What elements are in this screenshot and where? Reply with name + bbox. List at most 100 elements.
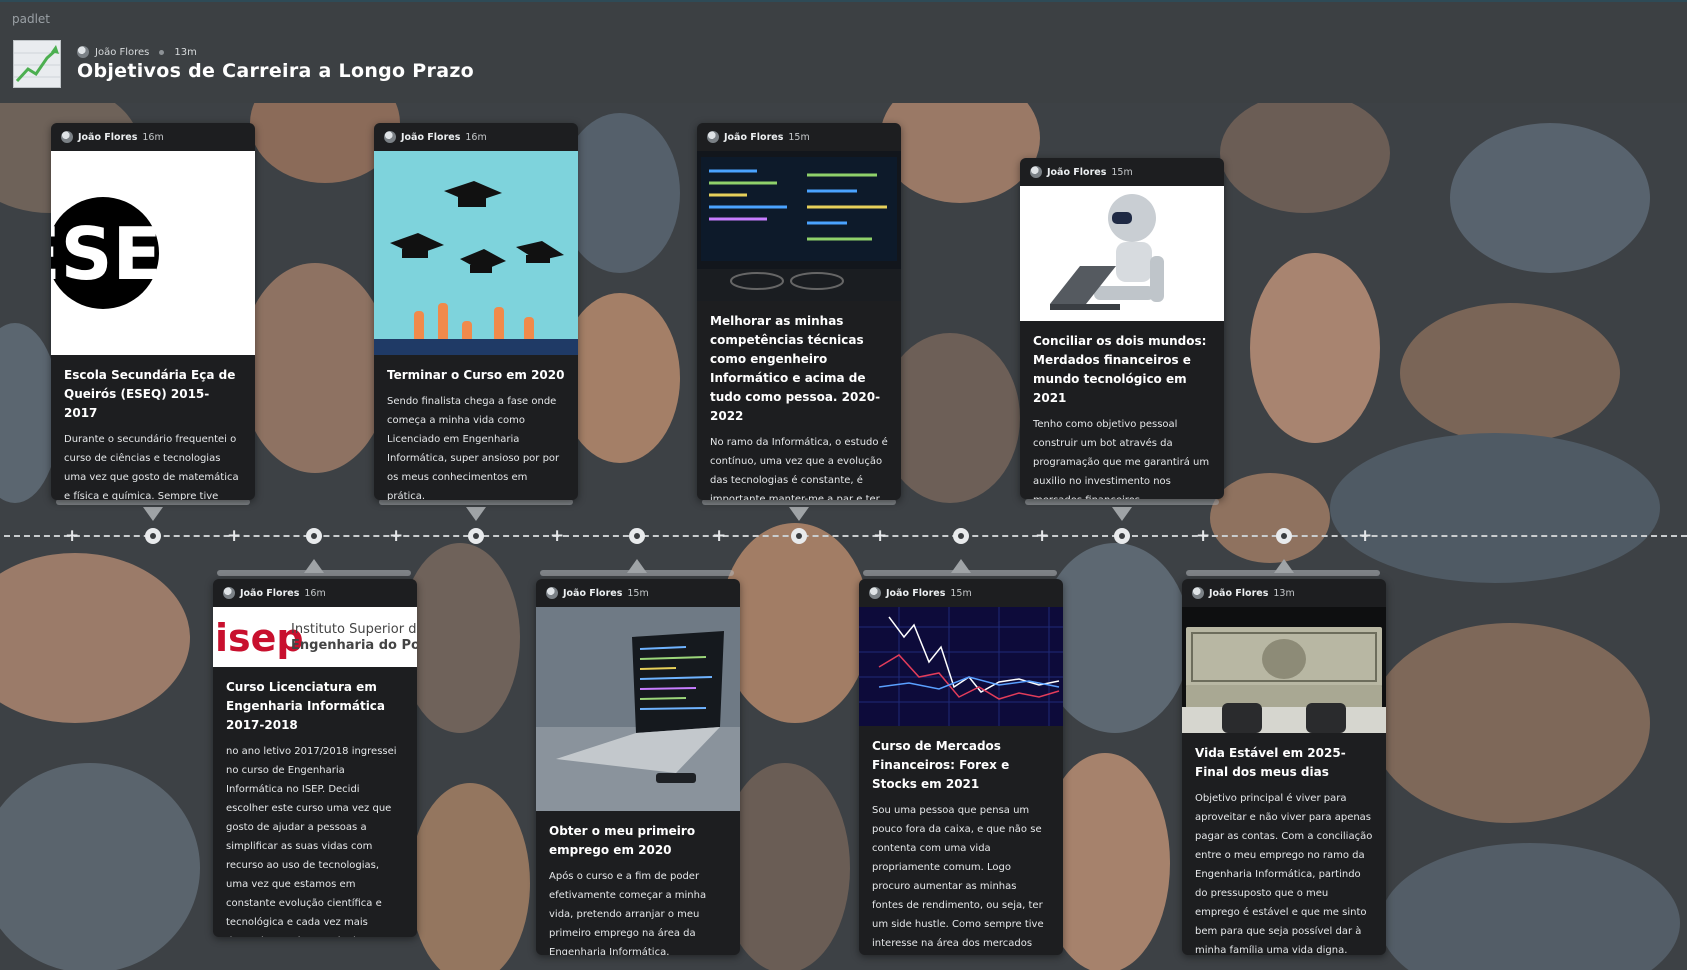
post-card[interactable]: João Flores 16m Terminar o Curso em 2020… [374,123,578,500]
post-header: João Flores 15m [859,579,1063,607]
post-body: Sou uma pessoa que pensa um pouco fora d… [872,805,1044,949]
post-age: 16m [142,131,164,143]
post-header: João Flores 16m [51,123,255,151]
avatar[interactable] [869,587,881,599]
post-card[interactable]: João Flores 13m Vida Estável em 2025-Fin… [1182,579,1386,955]
post-title: Vida Estável em 2025-Final dos meus dias [1195,746,1346,779]
avatar[interactable] [707,131,719,143]
timeline-node[interactable] [1114,528,1130,544]
timeline-node[interactable] [629,528,645,544]
post-card[interactable]: João Flores 16m isep Instituto Superior … [213,579,417,937]
add-post-plus-icon[interactable]: + [1035,528,1049,545]
card-connector [466,507,486,521]
post-title: Curso de Mercados Financeiros: Forex e S… [872,739,1010,791]
avatar[interactable] [223,587,235,599]
card-connector [627,559,647,573]
post-card[interactable]: João Flores 15m Melhorar as minhas compe… [697,123,901,500]
add-post-plus-icon[interactable]: + [550,528,564,545]
post-header: João Flores 16m [213,579,417,607]
post-body: Durante o secundário frequentei o curso … [64,434,239,500]
post-card[interactable]: João Flores 16m ESEÇ Escola Secundária E… [51,123,255,500]
timeline-line [4,535,1687,537]
card-connector [304,559,324,573]
post-body: Tenho como objetivo pessoal construir um… [1033,419,1210,499]
timeline-node[interactable] [953,528,969,544]
post-title: Conciliar os dois mundos: Merdados finan… [1033,334,1207,405]
post-author: João Flores [240,587,300,599]
post-author: João Flores [886,587,946,599]
card-connector [789,507,809,521]
post-header: João Flores 13m [1182,579,1386,607]
post-age: 16m [304,587,326,599]
avatar[interactable] [1030,166,1042,178]
card-connector [143,507,163,521]
post-author: João Flores [563,587,623,599]
line-chart-icon [13,40,61,88]
card-shelf [1025,499,1219,505]
add-post-plus-icon[interactable]: + [389,528,403,545]
add-post-plus-icon[interactable]: + [712,528,726,545]
separator-dot [159,49,165,55]
timeline-node[interactable] [468,528,484,544]
post-title: Obter o meu primeiro emprego em 2020 [549,824,696,857]
post-age: 16m [465,131,487,143]
card-connector [951,559,971,573]
add-post-plus-icon[interactable]: + [1358,528,1372,545]
post-body: No ramo da Informática, o estudo é contí… [710,437,888,500]
robot-laptop-image[interactable] [1020,186,1224,321]
post-card[interactable]: João Flores 15m Conciliar os dois mundos… [1020,158,1224,499]
board-author: João Flores [95,46,150,58]
post-title: Escola Secundária Eça de Queirós (ESEQ) … [64,368,236,420]
graduation-caps-image[interactable] [374,151,578,355]
post-body: Após o curso e a fim de poder efetivamen… [549,871,707,955]
stock-chart-image[interactable] [859,607,1063,726]
board-meta: João Flores 13m [77,45,197,59]
padlet-brand[interactable]: padlet [12,12,50,26]
board-age: 13m [174,46,197,58]
isep-logo-image[interactable]: isep Instituto Superior de Engenharia do… [213,607,417,667]
timeline-node[interactable] [791,528,807,544]
add-post-plus-icon[interactable]: + [1196,528,1210,545]
timeline-node[interactable] [1276,528,1292,544]
eseq-logo-text: ESEÇ [51,212,215,296]
laptop-code-image[interactable] [536,607,740,811]
post-header: João Flores 15m [536,579,740,607]
post-body: Objetivo principal é viver para aproveit… [1195,793,1373,955]
post-author: João Flores [724,131,784,143]
add-post-plus-icon[interactable]: + [227,528,241,545]
post-author: João Flores [401,131,461,143]
dollar-bills-image[interactable] [1182,607,1386,733]
timeline-node[interactable] [306,528,322,544]
post-age: 13m [1273,587,1295,599]
post-card[interactable]: João Flores 15m Obter o meu primeiro emp… [536,579,740,955]
post-age: 15m [950,587,972,599]
add-post-plus-icon[interactable]: + [873,528,887,545]
board-title: Objetivos de Carreira a Longo Prazo [77,60,475,82]
avatar[interactable] [77,46,89,58]
post-author: João Flores [1209,587,1269,599]
post-age: 15m [788,131,810,143]
post-author: João Flores [1047,166,1107,178]
post-age: 15m [1111,166,1133,178]
post-card[interactable]: João Flores 15m Curso de Mercados Financ… [859,579,1063,955]
avatar[interactable] [384,131,396,143]
monitor-code-image[interactable] [697,151,901,301]
post-title: Curso Licenciatura em Engenharia Informá… [226,680,386,732]
eseq-logo-image[interactable]: ESEÇ [51,151,255,355]
post-body: Sendo finalista chega a fase onde começa… [387,396,560,500]
add-post-plus-icon[interactable]: + [65,528,79,545]
post-age: 15m [627,587,649,599]
avatar[interactable] [546,587,558,599]
card-connector [1274,559,1294,573]
post-body: no ano letivo 2017/2018 ingressei no cur… [226,746,397,937]
board-header: padlet João Flores 13m Objetivos de Carr… [0,0,1687,103]
isep-logo-line1: Instituto Superior de [291,622,417,637]
post-title: Terminar o Curso em 2020 [387,368,565,382]
post-author: João Flores [78,131,138,143]
post-title: Melhorar as minhas competências técnicas… [710,314,881,423]
timeline-node[interactable] [145,528,161,544]
card-connector [1112,507,1132,521]
post-header: João Flores 16m [374,123,578,151]
avatar[interactable] [1192,587,1204,599]
avatar[interactable] [61,131,73,143]
